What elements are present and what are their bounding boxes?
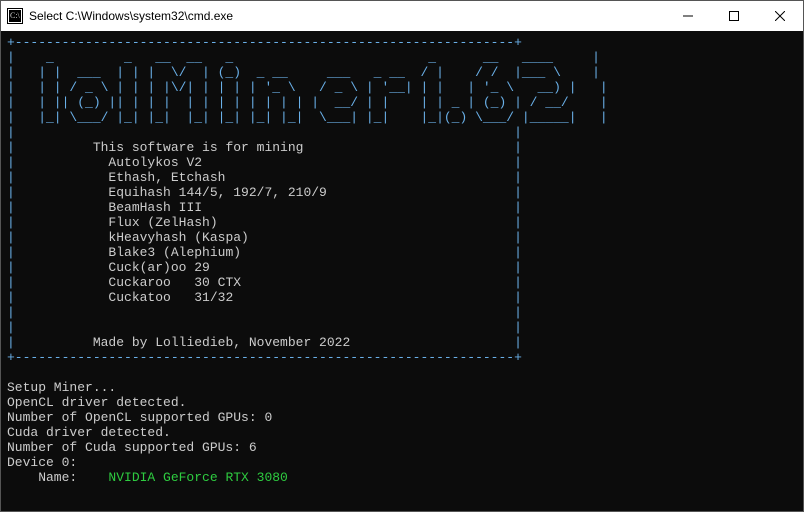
title-bar[interactable]: C:\ Select C:\Windows\system32\cmd.exe: [1, 1, 803, 31]
status-setup: Setup Miner...: [7, 380, 116, 395]
ascii-line: | | | ___ | | | \/ | (_) _ __ ___ _ __ /…: [7, 65, 600, 80]
ascii-line: | _ _ __ __ _ _ __ ____ |: [7, 50, 600, 65]
algo-line: | BeamHash III |: [7, 200, 522, 215]
algo-line: | Flux (ZelHash) |: [7, 215, 522, 230]
status-opencl: OpenCL driver detected.: [7, 395, 186, 410]
ascii-line: | |_| \___/ |_| |_| |_| |_| |_| |_| \___…: [7, 110, 608, 125]
box-border-top: +---------------------------------------…: [7, 35, 522, 50]
algo-line: | Cuck(ar)oo 29 |: [7, 260, 522, 275]
cmd-window: C:\ Select C:\Windows\system32\cmd.exe +…: [0, 0, 804, 512]
status-opencl-count: Number of OpenCL supported GPUs: 0: [7, 410, 272, 425]
terminal-output[interactable]: +---------------------------------------…: [1, 31, 803, 511]
device-name-row: Name: NVIDIA GeForce RTX 3080: [7, 470, 288, 485]
box-row: | |: [7, 305, 522, 320]
window-controls: [665, 1, 803, 31]
credit-line: | Made by Lolliedieb, November 2022 |: [7, 335, 522, 350]
box-row: | |: [7, 125, 522, 140]
algo-line: | Cuckaroo 30 CTX |: [7, 275, 522, 290]
intro-line: | This software is for mining |: [7, 140, 522, 155]
minimize-button[interactable]: [665, 1, 711, 31]
maximize-button[interactable]: [711, 1, 757, 31]
algo-line: | Blake3 (Alephium) |: [7, 245, 522, 260]
ascii-line: | | || (_) || | | | | | | | | | | | | __…: [7, 95, 608, 110]
device-header: Device 0:: [7, 455, 77, 470]
close-button[interactable]: [757, 1, 803, 31]
box-border-bottom: +---------------------------------------…: [7, 350, 522, 365]
window-title: Select C:\Windows\system32\cmd.exe: [29, 9, 665, 23]
status-cuda: Cuda driver detected.: [7, 425, 171, 440]
algo-line: | Autolykos V2 |: [7, 155, 522, 170]
algo-line: | kHeavyhash (Kaspa) |: [7, 230, 522, 245]
algo-line: | Equihash 144/5, 192/7, 210/9 |: [7, 185, 522, 200]
gpu-name: NVIDIA GeForce RTX 3080: [108, 470, 287, 485]
name-label: Name:: [7, 470, 108, 485]
ascii-line: | | | / _ \ | | | |\/| | | | | '_ \ / _ …: [7, 80, 608, 95]
algo-line: | Cuckatoo 31/32 |: [7, 290, 522, 305]
status-cuda-count: Number of Cuda supported GPUs: 6: [7, 440, 257, 455]
algo-line: | Ethash, Etchash |: [7, 170, 522, 185]
cmd-icon: C:\: [7, 8, 23, 24]
svg-text:C:\: C:\: [10, 11, 21, 20]
box-row: | |: [7, 320, 522, 335]
